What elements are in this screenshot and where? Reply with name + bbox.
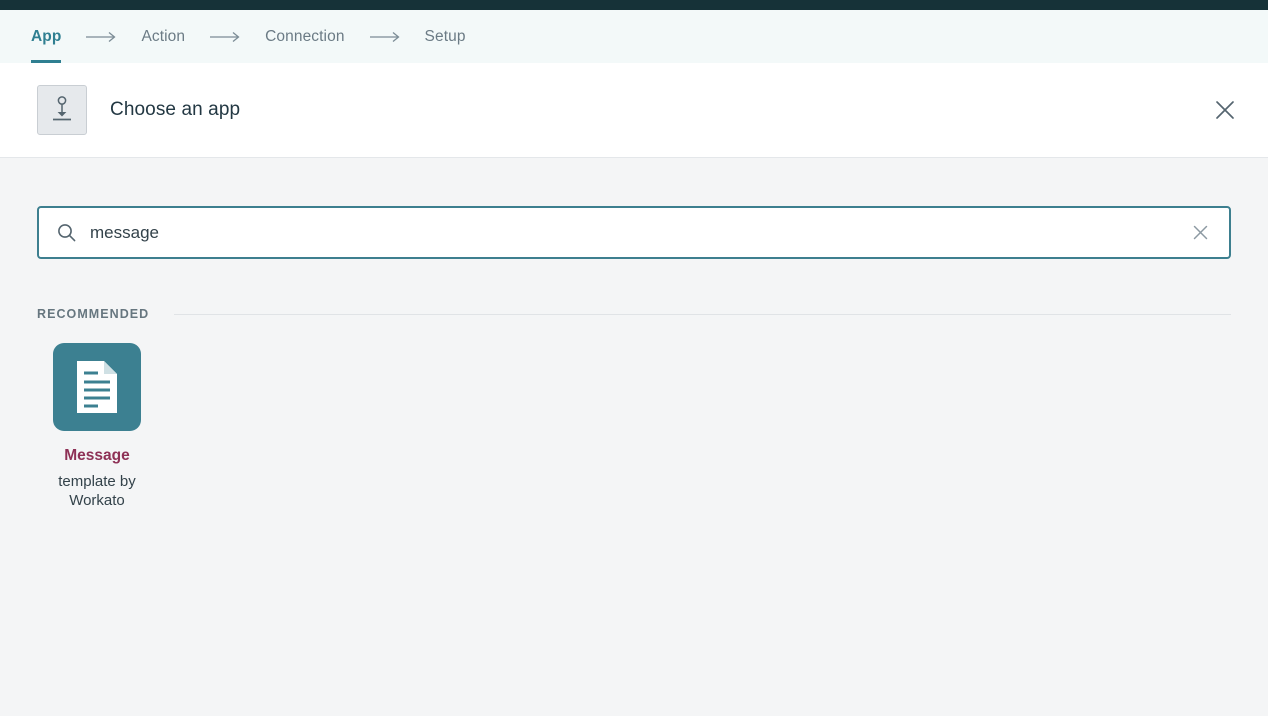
app-card-message[interactable]: Message template by Workato bbox=[37, 343, 157, 511]
tab-app-label: App bbox=[31, 27, 62, 45]
close-icon[interactable] bbox=[1208, 93, 1242, 127]
section-divider bbox=[174, 313, 1231, 315]
wizard-step-nav: App Action Connection Setup bbox=[0, 10, 1268, 63]
tab-connection-label: Connection bbox=[265, 27, 345, 45]
arrow-right-icon bbox=[209, 31, 241, 43]
tab-setup[interactable]: Setup bbox=[425, 10, 466, 63]
search-icon bbox=[57, 223, 76, 242]
section-recommended-header: RECOMMENDED bbox=[37, 307, 1231, 321]
app-card-subtitle: template by Workato bbox=[58, 473, 136, 510]
tab-action[interactable]: Action bbox=[141, 10, 185, 63]
arrow-right-icon bbox=[369, 31, 401, 43]
dialog-header: Choose an app bbox=[0, 63, 1268, 158]
clear-icon[interactable] bbox=[1187, 220, 1213, 246]
trigger-drop-icon bbox=[37, 85, 87, 135]
tab-setup-label: Setup bbox=[424, 27, 466, 45]
search-box[interactable] bbox=[37, 206, 1231, 259]
top-app-bar bbox=[0, 0, 1268, 10]
section-title: RECOMMENDED bbox=[37, 307, 150, 321]
page-title: Choose an app bbox=[110, 99, 241, 120]
app-card-name: Message bbox=[64, 447, 130, 464]
app-results-grid: Message template by Workato bbox=[37, 343, 1231, 511]
document-icon bbox=[53, 343, 141, 431]
app-picker-body: RECOMMENDED Message templa bbox=[0, 206, 1268, 716]
search-input[interactable] bbox=[90, 222, 1187, 243]
arrow-right-icon bbox=[85, 31, 117, 43]
tab-connection[interactable]: Connection bbox=[265, 10, 344, 63]
tab-action-label: Action bbox=[141, 27, 186, 45]
tab-app[interactable]: App bbox=[31, 10, 62, 63]
